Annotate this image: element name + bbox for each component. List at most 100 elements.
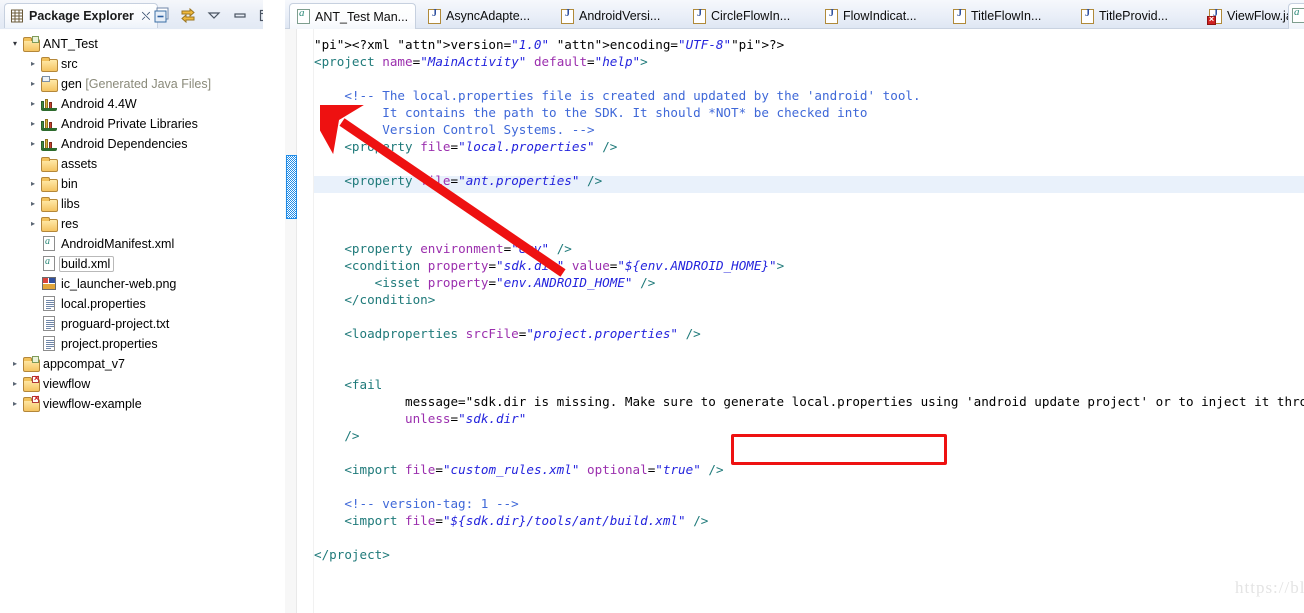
tree-item-local-properties[interactable]: local.properties <box>0 294 263 314</box>
tree-item-label: local.properties <box>61 297 146 311</box>
tree-item-src[interactable]: ▸ src <box>0 54 263 74</box>
source-code[interactable]: "pi"><?xml "attn">version="1.0" "attn">e… <box>314 36 1304 563</box>
overview-ruler[interactable] <box>285 29 297 613</box>
tree-item-gen[interactable]: ▸ gen [Generated Java Files] <box>0 74 263 94</box>
chevron-right-icon[interactable]: ▸ <box>8 394 22 414</box>
editor-tab-partial-right[interactable] <box>1288 3 1304 29</box>
tree-item-label: project.properties <box>61 337 158 351</box>
xml-file-icon <box>1292 6 1304 23</box>
tree-item-label-box: build.xml <box>59 256 115 272</box>
tree-item-label: ic_launcher-web.png <box>61 277 177 291</box>
library-icon <box>40 96 58 112</box>
package-explorer-tree[interactable]: ▾ ANT_Test ▸ src ▸ gen [Generated Java Files]… <box>0 30 263 613</box>
tree-item-label-box: Android 4.4W <box>61 97 137 111</box>
tree-item-label-box: libs <box>61 197 80 211</box>
tree-item-label: build.xml <box>61 257 111 271</box>
tree-item-label-box: project.properties <box>61 337 158 351</box>
xml-file-icon <box>40 256 58 272</box>
chevron-right-icon[interactable]: ▸ <box>26 74 40 94</box>
folder-icon <box>40 196 58 212</box>
tree-item-viewflow-example[interactable]: ▸ viewflow-example <box>0 393 263 414</box>
chevron-right-icon[interactable]: ▸ <box>26 54 40 74</box>
code-view[interactable]: "pi"><?xml "attn">version="1.0" "attn">e… <box>314 29 1304 613</box>
tree-item-android-4-4w[interactable]: ▸ Android 4.4W <box>0 94 263 114</box>
editor-tab-label: ANT_Test Man... <box>315 9 409 24</box>
collapse-all-icon[interactable] <box>153 6 171 24</box>
editor-tab-2[interactable]: AndroidVersi... <box>554 3 667 29</box>
tree-item-res[interactable]: ▸ res <box>0 214 263 234</box>
tree-item-label: viewflow-example <box>43 397 142 411</box>
tree-item-appcompat-v7[interactable]: ▸ appcompat_v7 <box>0 354 263 374</box>
chevron-right-icon[interactable]: ▸ <box>8 354 22 374</box>
java-file-icon <box>428 8 441 24</box>
tree-item-label: appcompat_v7 <box>43 357 126 371</box>
close-icon[interactable]: ⛌ <box>139 9 153 23</box>
tree-item-build-xml[interactable]: build.xml <box>0 254 263 274</box>
chevron-right-icon[interactable]: ▸ <box>26 214 40 234</box>
chevron-right-icon[interactable]: ▸ <box>26 194 40 214</box>
text-file-icon <box>40 316 58 332</box>
minimize-icon[interactable] <box>231 6 249 24</box>
generated-source-folder-icon <box>40 76 58 92</box>
project-folder-error-icon <box>22 393 40 412</box>
tree-item-label-box: Android Private Libraries <box>61 117 198 131</box>
tree-item-proguard-project-txt[interactable]: proguard-project.txt <box>0 314 263 334</box>
chevron-right-icon[interactable]: ▸ <box>26 174 40 194</box>
tree-item-label-box: res <box>61 217 78 231</box>
tree-item-label-box: viewflow <box>43 377 90 391</box>
tree-item-label-box: assets <box>61 157 97 171</box>
red-highlight-box-annotation <box>731 434 947 465</box>
editor-tab-3[interactable]: CircleFlowIn... <box>686 3 797 29</box>
editor-tab-label: CircleFlowIn... <box>711 9 791 23</box>
tree-item-label-box: ic_launcher-web.png <box>61 277 176 291</box>
project-folder-icon <box>22 356 40 372</box>
editor-tab-5[interactable]: TitleFlowIn... <box>946 3 1048 29</box>
tree-item-androidmanifest-xml[interactable]: AndroidManifest.xml <box>0 234 263 254</box>
chevron-right-icon[interactable]: ▸ <box>26 114 40 134</box>
tree-item-android-dependencies[interactable]: ▸ Android Dependencies <box>0 134 263 154</box>
chevron-right-icon[interactable]: ▸ <box>26 134 40 154</box>
package-explorer-view: Package Explorer ⛌ ▾ ANT_Test ▸ src ▸ ge… <box>0 0 279 613</box>
tree-item-label-box: src <box>61 57 78 71</box>
watermark-text: https://blog. csdn. net/yuanyang5917 <box>1235 578 1304 597</box>
link-with-editor-icon[interactable] <box>179 6 197 24</box>
tree-item-label: res <box>61 217 79 231</box>
tree-item-ic-launcher-web-png[interactable]: ic_launcher-web.png <box>0 274 263 294</box>
editor-tab-row: ANT_Test Man... AsyncAdapte... AndroidVers… <box>285 0 1304 29</box>
chevron-down-icon[interactable]: ▾ <box>8 34 22 54</box>
source-folder-icon <box>40 56 58 72</box>
tree-item-label: gen <box>61 77 82 91</box>
view-menu-icon[interactable] <box>205 6 223 24</box>
editor-tab-0[interactable]: ANT_Test Man... <box>289 3 417 29</box>
text-file-icon <box>40 296 58 312</box>
tree-item-libs[interactable]: ▸ libs <box>0 194 263 214</box>
tree-item-project-properties[interactable]: project.properties <box>0 334 263 354</box>
chevron-right-icon[interactable]: ▸ <box>26 94 40 114</box>
editor-tab-6[interactable]: TitleProvid... <box>1074 3 1175 29</box>
tree-item-assets[interactable]: assets <box>0 154 263 174</box>
tree-item-viewflow[interactable]: ▸ viewflow <box>0 373 263 394</box>
editor-tab-4[interactable]: FlowIndicat... <box>818 3 924 29</box>
package-explorer-tab[interactable]: Package Explorer ⛌ <box>4 3 158 28</box>
xml-file-icon <box>40 236 58 252</box>
java-file-error-icon <box>1207 8 1222 25</box>
xml-file-icon <box>297 7 310 24</box>
eclipse-workbench: Package Explorer ⛌ ▾ ANT_Test ▸ src ▸ ge… <box>0 0 1304 613</box>
java-file-icon <box>1081 8 1094 24</box>
folder-icon <box>40 216 58 232</box>
tree-item-bin[interactable]: ▸ bin <box>0 174 263 194</box>
tree-item-label: libs <box>61 197 80 211</box>
editor-tab-label: AsyncAdapte... <box>446 9 531 23</box>
overview-ruler-thumb[interactable] <box>286 155 297 219</box>
editor-tab-1[interactable]: AsyncAdapte... <box>421 3 537 29</box>
tree-item-ant-test[interactable]: ▾ ANT_Test <box>0 34 263 54</box>
tree-item-label: proguard-project.txt <box>61 317 170 331</box>
tree-item-android-private-libraries[interactable]: ▸ Android Private Libraries <box>0 114 263 134</box>
tree-item-suffix: [Generated Java Files] <box>81 77 212 91</box>
tree-item-label-box: ANT_Test <box>43 37 98 51</box>
project-folder-icon <box>22 36 40 52</box>
java-file-icon <box>953 8 966 24</box>
editor-gutter[interactable] <box>298 29 314 613</box>
project-folder-error-icon <box>22 373 40 392</box>
chevron-right-icon[interactable]: ▸ <box>8 374 22 394</box>
